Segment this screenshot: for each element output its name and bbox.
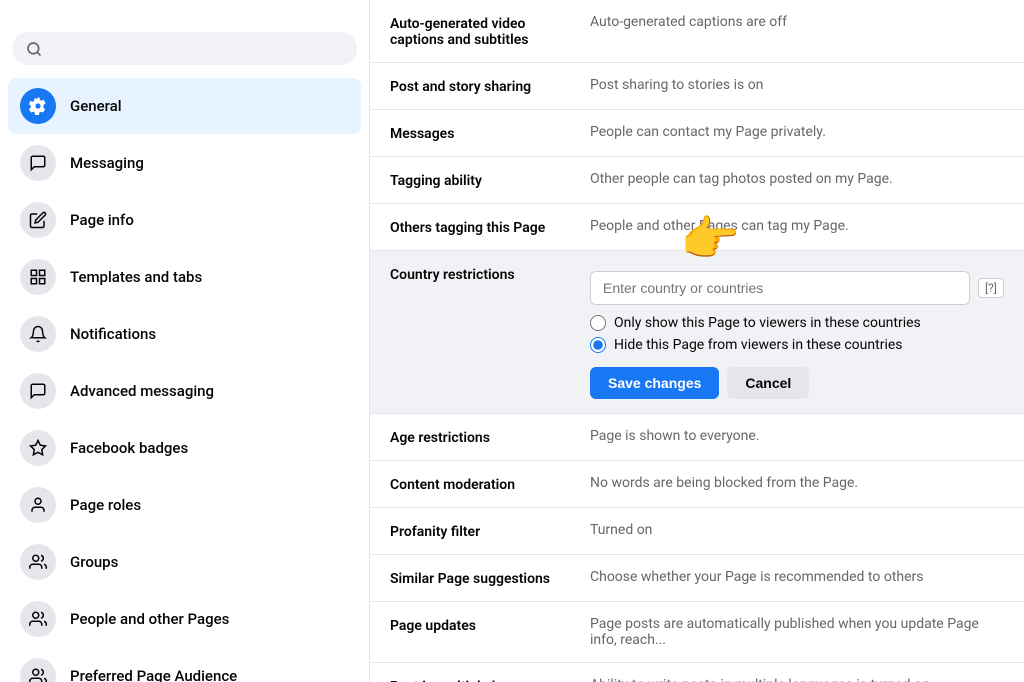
sidebar-item-groups[interactable]: Groups bbox=[8, 534, 361, 590]
sidebar-item-advanced-messaging[interactable]: Advanced messaging bbox=[8, 363, 361, 419]
settings-value-profanity-filter: Turned on bbox=[590, 522, 1004, 538]
settings-value-messages: People can contact my Page privately. bbox=[590, 124, 1004, 140]
radio-option-show-only[interactable]: Only show this Page to viewers in these … bbox=[590, 315, 1004, 331]
settings-label-page-updates: Page updates bbox=[390, 616, 590, 634]
btn-row: Save changes Cancel bbox=[590, 367, 1004, 399]
sidebar-label-notifications: Notifications bbox=[70, 325, 156, 343]
settings-row-content-moderation: Content moderation No words are being bl… bbox=[370, 461, 1024, 508]
nav-icon-notifications bbox=[20, 316, 56, 352]
settings-value-auto-video-captions: Auto-generated captions are off bbox=[590, 14, 1004, 30]
settings-row-post-story-sharing: Post and story sharing Post sharing to s… bbox=[370, 63, 1024, 110]
sidebar-item-messaging[interactable]: Messaging bbox=[8, 135, 361, 191]
settings-value-similar-page-suggestions: Choose whether your Page is recommended … bbox=[590, 569, 1004, 585]
sidebar-item-notifications[interactable]: Notifications bbox=[8, 306, 361, 362]
search-input[interactable] bbox=[50, 40, 343, 57]
cancel-button[interactable]: Cancel bbox=[727, 367, 809, 399]
main-content: Auto-generated video captions and subtit… bbox=[370, 0, 1024, 682]
settings-label-messages: Messages bbox=[390, 124, 590, 142]
radio-option-hide-from[interactable]: Hide this Page from viewers in these cou… bbox=[590, 337, 1004, 353]
sidebar-item-templates-tabs[interactable]: Templates and tabs bbox=[8, 249, 361, 305]
nav-icon-advanced-messaging bbox=[20, 373, 56, 409]
settings-row-age-restrictions: Age restrictions Page is shown to everyo… bbox=[370, 414, 1024, 461]
save-button[interactable]: Save changes bbox=[590, 367, 719, 399]
sidebar-item-page-info[interactable]: Page info bbox=[8, 192, 361, 248]
sidebar-item-page-roles[interactable]: Page roles bbox=[8, 477, 361, 533]
settings-row-profanity-filter: Profanity filter Turned on bbox=[370, 508, 1024, 555]
radio-label-hide-from: Hide this Page from viewers in these cou… bbox=[614, 337, 903, 353]
settings-value-others-tagging: People and other Pages can tag my Page. bbox=[590, 218, 1004, 234]
settings-label-post-multiple-languages: Post in multiple languages bbox=[390, 677, 590, 682]
settings-table: Auto-generated video captions and subtit… bbox=[370, 0, 1024, 682]
settings-label-post-story-sharing: Post and story sharing bbox=[390, 77, 590, 95]
page-title bbox=[0, 0, 369, 24]
settings-label-others-tagging: Others tagging this Page bbox=[390, 218, 590, 236]
settings-row-country-restrictions: Country restrictions [?] Only show this … bbox=[370, 251, 1024, 414]
nav-icon-templates-tabs bbox=[20, 259, 56, 295]
settings-value-post-multiple-languages: Ability to write posts in multiple langu… bbox=[590, 677, 1004, 682]
sidebar-label-people-other-pages: People and other Pages bbox=[70, 610, 229, 628]
sidebar-item-general[interactable]: General bbox=[8, 78, 361, 134]
settings-row-auto-video-captions: Auto-generated video captions and subtit… bbox=[370, 0, 1024, 63]
nav-icon-groups bbox=[20, 544, 56, 580]
settings-value-page-updates: Page posts are automatically published w… bbox=[590, 616, 1004, 648]
sidebar-item-preferred-page-audience[interactable]: Preferred Page Audience bbox=[8, 648, 361, 682]
nav-icon-messaging bbox=[20, 145, 56, 181]
settings-value-content-moderation: No words are being blocked from the Page… bbox=[590, 475, 1004, 491]
nav-icon-page-roles bbox=[20, 487, 56, 523]
help-badge[interactable]: [?] bbox=[978, 278, 1004, 298]
settings-label-age-restrictions: Age restrictions bbox=[390, 428, 590, 446]
settings-row-messages: Messages People can contact my Page priv… bbox=[370, 110, 1024, 157]
settings-value-age-restrictions: Page is shown to everyone. bbox=[590, 428, 1004, 444]
settings-row-tagging-ability: Tagging ability Other people can tag pho… bbox=[370, 157, 1024, 204]
sidebar-label-page-roles: Page roles bbox=[70, 496, 141, 514]
sidebar-label-messaging: Messaging bbox=[70, 154, 144, 172]
settings-row-others-tagging: Others tagging this Page People and othe… bbox=[370, 204, 1024, 251]
settings-row-similar-page-suggestions: Similar Page suggestions Choose whether … bbox=[370, 555, 1024, 602]
sidebar-label-preferred-page-audience: Preferred Page Audience bbox=[70, 667, 237, 682]
sidebar-label-advanced-messaging: Advanced messaging bbox=[70, 382, 214, 400]
nav-icon-preferred-page-audience bbox=[20, 658, 56, 682]
search-icon bbox=[26, 41, 42, 57]
settings-label-auto-video-captions: Auto-generated video captions and subtit… bbox=[390, 14, 590, 48]
sidebar-label-groups: Groups bbox=[70, 553, 118, 571]
settings-label-country-restrictions: Country restrictions bbox=[390, 265, 590, 399]
nav-icon-people-other-pages bbox=[20, 601, 56, 637]
sidebar-label-templates-tabs: Templates and tabs bbox=[70, 268, 202, 286]
sidebar-label-facebook-badges: Facebook badges bbox=[70, 439, 188, 457]
sidebar-nav: General Messaging Page info Templates and t… bbox=[0, 77, 369, 682]
radio-group: Only show this Page to viewers in these … bbox=[590, 315, 1004, 353]
sidebar-label-general: General bbox=[70, 97, 122, 115]
settings-row-page-updates: Page updates Page posts are automaticall… bbox=[370, 602, 1024, 663]
nav-icon-general bbox=[20, 88, 56, 124]
nav-icon-facebook-badges bbox=[20, 430, 56, 466]
country-input[interactable] bbox=[590, 271, 970, 305]
radio-label-show-only: Only show this Page to viewers in these … bbox=[614, 315, 921, 331]
settings-label-similar-page-suggestions: Similar Page suggestions bbox=[390, 569, 590, 587]
settings-label-profanity-filter: Profanity filter bbox=[390, 522, 590, 540]
settings-label-content-moderation: Content moderation bbox=[390, 475, 590, 493]
settings-value-post-story-sharing: Post sharing to stories is on bbox=[590, 77, 1004, 93]
search-bar[interactable] bbox=[12, 32, 357, 65]
sidebar: General Messaging Page info Templates and t… bbox=[0, 0, 370, 682]
settings-row-post-multiple-languages: Post in multiple languages Ability to wr… bbox=[370, 663, 1024, 682]
settings-value-tagging-ability: Other people can tag photos posted on my… bbox=[590, 171, 1004, 187]
settings-label-tagging-ability: Tagging ability bbox=[390, 171, 590, 189]
sidebar-label-page-info: Page info bbox=[70, 211, 134, 229]
nav-icon-page-info bbox=[20, 202, 56, 238]
sidebar-item-people-other-pages[interactable]: People and other Pages bbox=[8, 591, 361, 647]
sidebar-item-facebook-badges[interactable]: Facebook badges bbox=[8, 420, 361, 476]
